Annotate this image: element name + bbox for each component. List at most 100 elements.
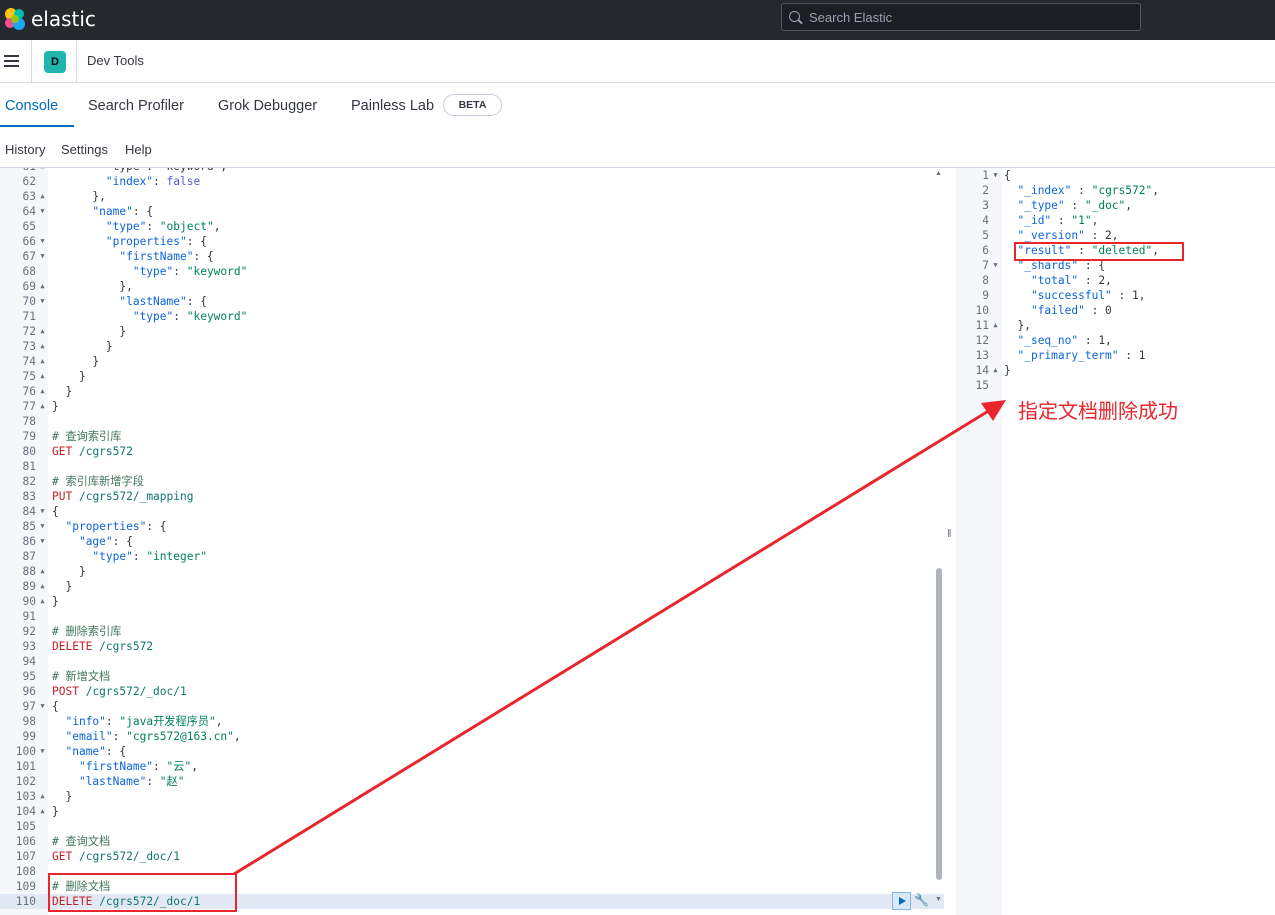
panel-resizer[interactable]: ‖ xyxy=(944,168,956,915)
code-text[interactable]: # 新增文档 xyxy=(52,669,110,684)
code-text[interactable]: "info": "java开发程序员", xyxy=(52,714,222,729)
code-text[interactable]: "age": { xyxy=(52,534,133,549)
editor-line[interactable]: 91 xyxy=(0,609,944,624)
code-text[interactable]: } xyxy=(52,384,72,399)
editor-line[interactable]: 69 ▲ }, xyxy=(0,279,944,294)
tab-console[interactable]: Console xyxy=(5,98,58,114)
fold-toggle-icon[interactable]: ▼ xyxy=(38,249,47,264)
editor-line[interactable]: 101 "firstName": "云", xyxy=(0,759,944,774)
code-text[interactable]: } xyxy=(52,369,86,384)
editor-line[interactable]: 66 ▼ "properties": { xyxy=(0,234,944,249)
fold-toggle-icon[interactable]: ▲ xyxy=(38,384,47,399)
fold-toggle-icon[interactable]: ▲ xyxy=(38,564,47,579)
send-request-icon[interactable] xyxy=(892,892,911,910)
editor-line[interactable]: 62 "index": false xyxy=(0,174,944,189)
scroll-down-icon[interactable]: ▼ xyxy=(935,896,942,903)
code-text[interactable]: "type": "integer" xyxy=(52,549,207,564)
editor-line[interactable]: 85 ▼ "properties": { xyxy=(0,519,944,534)
code-text[interactable]: "type": "object", xyxy=(52,219,221,234)
code-text[interactable]: "firstName": "云", xyxy=(52,759,198,774)
editor-line[interactable]: 84 ▼ { xyxy=(0,504,944,519)
code-text[interactable]: # 索引库新增字段 xyxy=(52,474,144,489)
fold-toggle-icon[interactable]: ▼ xyxy=(991,258,1000,273)
editor-line[interactable]: 82 # 索引库新增字段 xyxy=(0,474,944,489)
code-text[interactable]: "name": { xyxy=(52,204,153,219)
code-text[interactable]: "firstName": { xyxy=(52,249,213,264)
fold-toggle-icon[interactable]: ▲ xyxy=(38,189,47,204)
editor-line[interactable]: 78 xyxy=(0,414,944,429)
code-text[interactable]: "index": false xyxy=(52,174,200,189)
code-text[interactable]: "email": "cgrs572@163.cn", xyxy=(52,729,240,744)
editor-line[interactable]: 89 ▲ } xyxy=(0,579,944,594)
editor-line[interactable]: 99 "email": "cgrs572@163.cn", xyxy=(0,729,944,744)
fold-toggle-icon[interactable]: ▼ xyxy=(38,294,47,309)
fold-toggle-icon[interactable]: ▲ xyxy=(38,399,47,414)
editor-line[interactable]: 75 ▲ } xyxy=(0,369,944,384)
code-text[interactable]: }, xyxy=(52,279,132,294)
fold-toggle-icon[interactable]: ▼ xyxy=(38,504,47,519)
fold-toggle-icon[interactable]: ▲ xyxy=(38,579,47,594)
search-input[interactable] xyxy=(809,8,1129,26)
editor-line[interactable]: 64 ▼ "name": { xyxy=(0,204,944,219)
code-text[interactable]: }, xyxy=(52,189,105,204)
editor-line[interactable]: 73 ▲ } xyxy=(0,339,944,354)
fold-toggle-icon[interactable]: ▲ xyxy=(38,354,47,369)
code-text[interactable]: } xyxy=(52,789,72,804)
editor-line[interactable]: 107 GET /cgrs572/_doc/1 xyxy=(0,849,944,864)
fold-toggle-icon[interactable]: ▲ xyxy=(38,789,47,804)
fold-toggle-icon[interactable]: ▲ xyxy=(991,363,1000,378)
editor-line[interactable]: 90 ▲} xyxy=(0,594,944,609)
editor-line[interactable]: 105 xyxy=(0,819,944,834)
editor-line[interactable]: 71 "type": "keyword" xyxy=(0,309,944,324)
code-text[interactable]: "type": "keyword" xyxy=(52,309,248,324)
elastic-logo-icon[interactable] xyxy=(2,6,28,32)
editor-line[interactable]: 70 ▼ "lastName": { xyxy=(0,294,944,309)
code-text[interactable]: "name": { xyxy=(52,744,126,759)
scroll-up-icon[interactable]: ▲ xyxy=(935,170,942,177)
editor-line[interactable]: 81 xyxy=(0,459,944,474)
editor-line[interactable]: 63 ▲ }, xyxy=(0,189,944,204)
hamburger-menu-icon[interactable] xyxy=(4,55,19,67)
code-text[interactable]: { xyxy=(52,699,59,714)
code-text[interactable]: } xyxy=(52,594,59,609)
wrench-icon[interactable]: 🔧 xyxy=(914,893,929,908)
editor-line[interactable]: 94 xyxy=(0,654,944,669)
code-text[interactable]: "properties": { xyxy=(52,234,207,249)
fold-toggle-icon[interactable]: ▲ xyxy=(38,594,47,609)
editor-line[interactable]: 96 POST /cgrs572/_doc/1 xyxy=(0,684,944,699)
editor-line[interactable]: 65 "type": "object", xyxy=(0,219,944,234)
editor-line[interactable]: 104 ▲} xyxy=(0,804,944,819)
tab-painless-lab[interactable]: Painless Lab xyxy=(351,98,434,114)
editor-line[interactable]: 68 "type": "keyword" xyxy=(0,264,944,279)
fold-toggle-icon[interactable]: ▼ xyxy=(38,744,47,759)
code-text[interactable]: "properties": { xyxy=(52,519,166,534)
code-text[interactable]: } xyxy=(52,564,86,579)
code-text[interactable]: GET /cgrs572/_doc/1 xyxy=(52,849,180,864)
history-link[interactable]: History xyxy=(5,142,45,157)
editor-line[interactable]: 98 "info": "java开发程序员", xyxy=(0,714,944,729)
fold-toggle-icon[interactable]: ▼ xyxy=(38,234,47,249)
editor-line[interactable]: 74 ▲ } xyxy=(0,354,944,369)
code-text[interactable]: POST /cgrs572/_doc/1 xyxy=(52,684,187,699)
editor-line[interactable]: 77 ▲} xyxy=(0,399,944,414)
brand-name[interactable]: elastic xyxy=(31,7,96,31)
fold-toggle-icon[interactable]: ▲ xyxy=(991,318,1000,333)
code-text[interactable]: } xyxy=(52,324,126,339)
editor-line[interactable]: 76 ▲ } xyxy=(0,384,944,399)
editor-line[interactable]: 95 # 新增文档 xyxy=(0,669,944,684)
code-text[interactable]: DELETE /cgrs572 xyxy=(52,639,153,654)
editor-line[interactable]: 102 "lastName": "赵" xyxy=(0,774,944,789)
fold-toggle-icon[interactable]: ▼ xyxy=(38,204,47,219)
editor-line[interactable]: 97 ▼ { xyxy=(0,699,944,714)
resize-handle-icon[interactable]: ‖ xyxy=(947,528,952,540)
code-text[interactable]: } xyxy=(52,804,59,819)
search-box[interactable] xyxy=(781,3,1141,31)
scrollbar-thumb[interactable] xyxy=(936,568,942,880)
editor-line[interactable]: 88 ▲ } xyxy=(0,564,944,579)
editor-line[interactable]: 79 # 查询索引库 xyxy=(0,429,944,444)
code-text[interactable]: "lastName": "赵" xyxy=(52,774,185,789)
editor-lines[interactable]: 61▲ "type": "keyword",62 "index": false6… xyxy=(0,168,944,909)
editor-line[interactable]: 106 # 查询文档 xyxy=(0,834,944,849)
editor-line[interactable]: 87 "type": "integer" xyxy=(0,549,944,564)
code-text[interactable]: GET /cgrs572 xyxy=(52,444,133,459)
